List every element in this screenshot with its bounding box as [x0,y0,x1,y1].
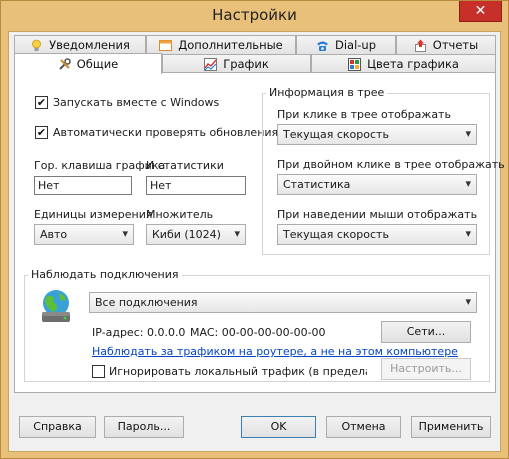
router-traffic-link[interactable]: Наблюдать за трафиком на роутере, а не н… [92,345,458,358]
hotkey-graph-field[interactable]: Нет [34,176,132,195]
tray-click-select[interactable]: Текущая скорость ▾ [277,124,477,145]
title-bar: Настройки ✕ [1,1,508,31]
network-globe-icon [37,288,75,326]
multiplier-select[interactable]: Киби (1024) ▾ [146,224,246,245]
tab-label: Общие [76,57,119,71]
tab-reports[interactable]: Отчеты [396,35,496,54]
tray-info-group-title: Информация в трее [266,86,388,99]
ignore-local-label: Игнорировать локальный трафик (в предела… [109,365,367,378]
apply-button[interactable]: Применить [411,416,491,438]
window-title: Настройки [212,6,297,24]
tab-general[interactable]: Общие [14,53,162,74]
chart-icon [204,57,218,71]
chevron-down-icon: ▾ [465,227,471,240]
help-button[interactable]: Справка [19,416,96,438]
tab-dialup[interactable]: Dial-up [296,35,396,54]
auto-update-label: Автоматически проверять обновления [53,126,279,139]
tab-label: Dial-up [334,38,377,52]
export-icon [414,39,427,52]
ignore-local-checkbox[interactable] [92,365,105,378]
hotkey-stats-label: И статистики [146,159,224,172]
tray-click-label: При клике в трее отображать [277,108,451,121]
tab-label: Уведомления [49,38,130,52]
connections-group-title: Наблюдать подключения [28,268,182,281]
ip-address: IP-адрес: 0.0.0.0 [92,326,186,339]
chevron-down-icon: ▾ [122,227,128,240]
tab-graph[interactable]: График [162,54,311,73]
ok-button[interactable]: OK [241,416,316,438]
general-tab-panel: ✔ Запускать вместе с Windows ✔ Автоматич… [14,72,505,393]
phone-icon [316,39,329,52]
tray-hover-select-value: Текущая скорость [283,228,389,241]
mac-address: MAC: 00-00-00-00-00-00 [190,326,326,339]
settings-window: Настройки ✕ Уведомления Дополнительные D… [0,0,509,459]
tab-advanced[interactable]: Дополнительные [146,35,296,54]
password-button[interactable]: Пароль... [104,416,184,438]
tab-label: Отчеты [432,38,479,52]
tab-label: График [223,57,269,71]
window-icon [159,39,173,52]
tab-label: Цвета графика [367,57,459,71]
close-button[interactable]: ✕ [459,1,502,22]
chevron-down-icon: ▾ [234,227,240,240]
connection-select-value: Все подключения [95,296,198,309]
tray-dblclick-select[interactable]: Статистика ▾ [277,174,477,195]
configure-button[interactable]: Настроить... [381,358,471,380]
auto-update-checkbox[interactable]: ✔ [35,126,48,139]
multiplier-label: Множитель [146,208,214,221]
chevron-down-icon: ▾ [465,127,471,140]
tab-label: Дополнительные [178,38,283,52]
networks-button[interactable]: Сети... [381,321,471,343]
tab-graph-colors[interactable]: Цвета графика [311,54,496,73]
chevron-down-icon: ▾ [465,177,471,190]
run-with-windows-label: Запускать вместе с Windows [53,96,220,109]
tools-icon [58,57,71,71]
dialog-client-area: Уведомления Дополнительные Dial-up Отчет… [8,31,505,452]
multiplier-select-value: Киби (1024) [152,228,221,241]
units-select-value: Авто [40,228,68,241]
tray-click-select-value: Текущая скорость [283,128,389,141]
tray-hover-select[interactable]: Текущая скорость ▾ [277,224,477,245]
tray-dblclick-select-value: Статистика [283,178,351,191]
run-with-windows-checkbox[interactable]: ✔ [35,96,48,109]
units-label: Единицы измерения [34,208,153,221]
cancel-button[interactable]: Отмена [326,416,401,438]
units-select[interactable]: Авто ▾ [34,224,134,245]
lightbulb-icon [30,39,43,52]
tab-notifications[interactable]: Уведомления [14,35,146,54]
tray-dblclick-label: При двойном клике в трее отображать [277,158,505,171]
hotkey-stats-field[interactable]: Нет [146,176,246,195]
tray-hover-label: При наведении мыши отображать [277,208,478,221]
chevron-down-icon: ▾ [465,295,471,308]
grid-icon [348,57,362,71]
connection-select[interactable]: Все подключения ▾ [89,292,477,313]
